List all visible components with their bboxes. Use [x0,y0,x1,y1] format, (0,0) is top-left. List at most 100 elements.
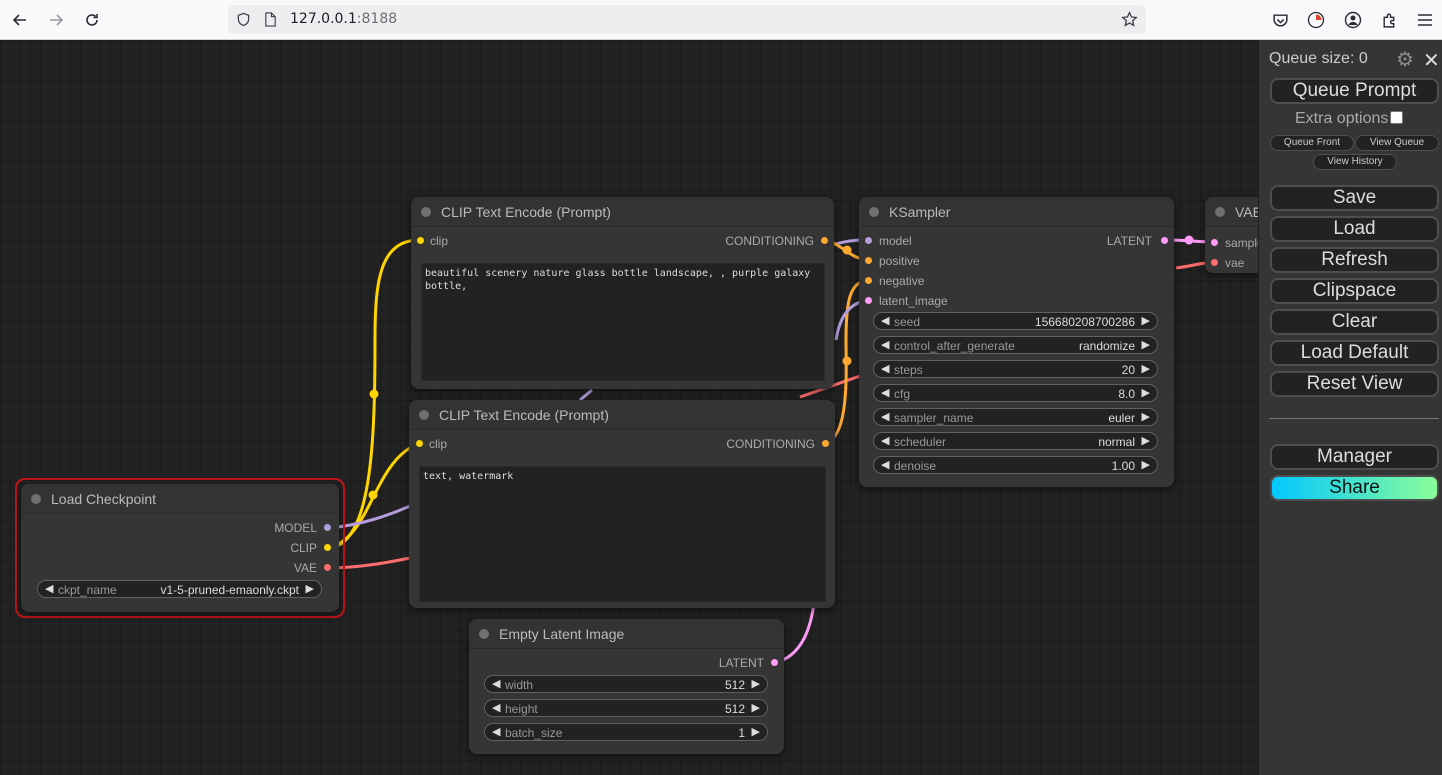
load-button[interactable]: Load [1270,216,1439,242]
conditioning-output-pin[interactable] [822,440,829,447]
ckpt-name-combo[interactable]: ◀ ckpt_name v1-5-pruned-emaonly.ckpt ▶ [37,580,322,598]
reset-view-button[interactable]: Reset View [1270,371,1439,397]
increment-arrow-icon[interactable]: ▶ [1142,338,1150,351]
refresh-button[interactable]: Refresh [1270,247,1439,273]
load-checkpoint-node[interactable]: Load Checkpoint MODEL CLIP VAE ◀ ckpt_na… [21,484,339,612]
collapse-dot-icon[interactable] [31,494,41,504]
ksampler-node[interactable]: KSampler model positive negative latent_… [859,197,1174,487]
vae-output-pin[interactable] [324,564,331,571]
gear-icon[interactable]: ⚙ [1396,47,1414,72]
clear-button[interactable]: Clear [1270,309,1439,335]
view-queue-button[interactable]: View Queue [1355,135,1439,151]
node-title-bar[interactable]: CLIP Text Encode (Prompt) [411,197,834,227]
node-title-bar[interactable]: Empty Latent Image [469,619,784,649]
empty-latent-image-node[interactable]: Empty Latent Image LATENT ◀ width 512 ▶ … [469,619,784,754]
latent-output-label: LATENT [718,656,764,670]
bookmark-star-icon[interactable] [1120,10,1138,28]
forward-icon[interactable] [44,8,68,32]
url-bar[interactable]: 127.0.0.1:8188 [228,5,1146,34]
decrement-arrow-icon[interactable]: ◀ [881,458,889,471]
clip-text-encode-positive-node[interactable]: CLIP Text Encode (Prompt) clip CONDITION… [411,197,834,389]
collapse-dot-icon[interactable] [479,629,489,639]
decrement-arrow-icon[interactable]: ◀ [881,338,889,351]
model-input-pin[interactable] [865,237,872,244]
increment-arrow-icon[interactable]: ▶ [1142,458,1150,471]
decrement-arrow-icon[interactable]: ◀ [492,701,500,714]
cfg-widget[interactable]: ◀ cfg 8.0 ▶ [873,384,1158,402]
collapse-dot-icon[interactable] [419,410,429,420]
shield-icon[interactable] [234,10,252,28]
node-title-bar[interactable]: Load Checkpoint [21,484,339,514]
node-title-bar[interactable]: KSampler [859,197,1174,227]
decrement-arrow-icon[interactable]: ◀ [881,362,889,375]
conditioning-output-pin[interactable] [821,237,828,244]
height-widget[interactable]: ◀ height 512 ▶ [484,699,768,717]
increment-arrow-icon[interactable]: ▶ [306,582,314,595]
share-button[interactable]: Share [1270,475,1439,501]
width-widget[interactable]: ◀ width 512 ▶ [484,675,768,693]
decrement-arrow-icon[interactable]: ◀ [881,434,889,447]
negative-prompt-textarea[interactable]: text, watermark [419,466,826,602]
batch-size-widget[interactable]: ◀ batch_size 1 ▶ [484,723,768,741]
decrement-arrow-icon[interactable]: ◀ [881,386,889,399]
timer-extension-icon[interactable] [1305,9,1327,31]
samples-input-pin[interactable] [1211,239,1218,246]
back-icon[interactable] [8,8,32,32]
collapse-dot-icon[interactable] [869,207,879,217]
queue-prompt-button[interactable]: Queue Prompt [1270,78,1439,104]
prompt-textarea[interactable]: beautiful scenery nature glass bottle la… [421,263,825,381]
increment-arrow-icon[interactable]: ▶ [752,677,760,690]
latent-image-input-pin[interactable] [865,297,872,304]
seed-widget[interactable]: ◀ seed 156680208700286 ▶ [873,312,1158,330]
increment-arrow-icon[interactable]: ▶ [752,725,760,738]
load-default-button[interactable]: Load Default [1270,340,1439,366]
view-history-button[interactable]: View History [1313,154,1397,170]
increment-arrow-icon[interactable]: ▶ [752,701,760,714]
node-graph-canvas[interactable]: CLIP Text Encode (Prompt) clip CONDITION… [0,40,1442,775]
extra-options-checkbox[interactable] [1390,111,1404,124]
steps-widget[interactable]: ◀ steps 20 ▶ [873,360,1158,378]
clip-output-pin[interactable] [324,544,331,551]
scheduler-widget[interactable]: ◀ scheduler normal ▶ [873,432,1158,450]
positive-input-pin[interactable] [865,257,872,264]
extensions-icon[interactable] [1378,9,1400,31]
clipspace-button[interactable]: Clipspace [1270,278,1439,304]
close-icon[interactable]: ✕ [1423,48,1440,73]
denoise-widget[interactable]: ◀ denoise 1.00 ▶ [873,456,1158,474]
page-icon[interactable] [261,10,279,28]
extra-options-toggle[interactable]: Extra options [1295,110,1404,128]
manager-button[interactable]: Manager [1270,444,1439,470]
sampler-name-widget[interactable]: ◀ sampler_name euler ▶ [873,408,1158,426]
increment-arrow-icon[interactable]: ▶ [1142,314,1150,327]
increment-arrow-icon[interactable]: ▶ [1142,410,1150,423]
clip-text-encode-negative-node[interactable]: CLIP Text Encode (Prompt) clip CONDITION… [409,400,835,608]
account-icon[interactable] [1342,9,1364,31]
latent-output-pin[interactable] [1161,237,1168,244]
hamburger-menu-icon[interactable] [1414,9,1436,31]
url-text[interactable]: 127.0.0.1:8188 [290,11,397,27]
pocket-icon[interactable] [1269,9,1291,31]
save-button[interactable]: Save [1270,185,1439,211]
increment-arrow-icon[interactable]: ▶ [1142,362,1150,375]
decrement-arrow-icon[interactable]: ◀ [881,314,889,327]
decrement-arrow-icon[interactable]: ◀ [492,725,500,738]
control-after-generate-widget[interactable]: ◀ control_after_generate randomize ▶ [873,336,1158,354]
reload-icon[interactable] [80,8,104,32]
clip-input-pin[interactable] [417,237,424,244]
latent-output-pin[interactable] [771,659,778,666]
collapse-dot-icon[interactable] [1215,207,1225,217]
decrement-arrow-icon[interactable]: ◀ [492,677,500,690]
widget-value: 8.0 [1118,387,1135,401]
increment-arrow-icon[interactable]: ▶ [1142,434,1150,447]
node-title-bar[interactable]: CLIP Text Encode (Prompt) [409,400,835,430]
vae-input-pin[interactable] [1211,259,1218,266]
decrement-arrow-icon[interactable]: ◀ [45,582,53,595]
queue-front-button[interactable]: Queue Front [1270,135,1354,151]
extra-options-label: Extra options [1295,110,1389,127]
negative-input-pin[interactable] [865,277,872,284]
increment-arrow-icon[interactable]: ▶ [1142,386,1150,399]
collapse-dot-icon[interactable] [421,207,431,217]
model-output-pin[interactable] [324,524,331,531]
clip-input-pin[interactable] [416,440,423,447]
decrement-arrow-icon[interactable]: ◀ [881,410,889,423]
